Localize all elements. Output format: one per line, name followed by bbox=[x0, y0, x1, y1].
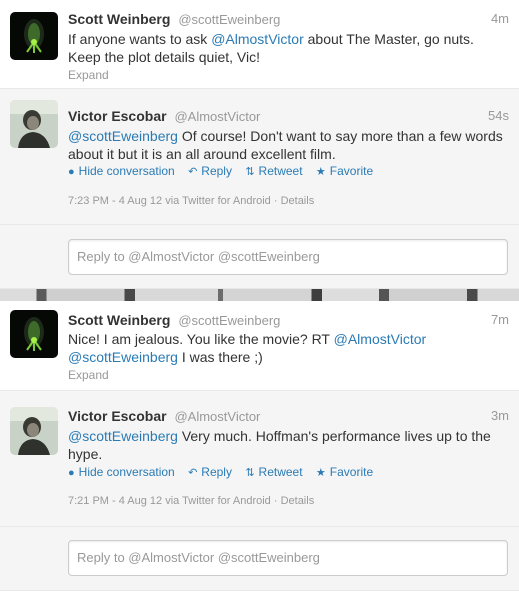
mention-link[interactable]: @AlmostVictor bbox=[211, 31, 304, 47]
action-label: Hide conversation bbox=[78, 164, 175, 178]
tweet-author-handle[interactable]: @scottEweinberg bbox=[178, 12, 280, 27]
hide-conversation-button[interactable]: ● Hide conversation bbox=[68, 465, 175, 479]
avatar-victor[interactable] bbox=[10, 407, 58, 455]
alien-avatar-icon bbox=[10, 12, 58, 60]
favorite-button[interactable]: ★ Favorite bbox=[316, 164, 373, 178]
tweet-author-handle[interactable]: @scottEweinberg bbox=[178, 313, 280, 328]
tweet-text: Nice! I am jealous. You like the movie? … bbox=[68, 330, 508, 366]
conversation-panel-2: Scott Weinberg @scottEweinberg 7m Nice! … bbox=[0, 301, 519, 591]
tweet-text: If anyone wants to ask @AlmostVictor abo… bbox=[68, 30, 508, 66]
alien-avatar-icon bbox=[10, 310, 58, 358]
person-avatar-icon bbox=[10, 407, 58, 455]
action-label: Retweet bbox=[258, 164, 303, 178]
person-avatar-icon bbox=[10, 100, 58, 148]
star-icon: ★ bbox=[315, 166, 326, 178]
favorite-button[interactable]: ★ Favorite bbox=[316, 465, 373, 479]
tweet-actions: ● Hide conversation ↶ Reply ⇅ Retweet ★ Favo… bbox=[68, 465, 383, 479]
reply-arrow-icon: ↶ bbox=[188, 467, 198, 479]
conversation-panel-1: Scott Weinberg @scottEweinberg 4m If any… bbox=[0, 0, 519, 289]
reply-area: Reply to @AlmostVictor @scottEweinberg bbox=[0, 527, 519, 591]
reply-input[interactable]: Reply to @AlmostVictor @scottEweinberg bbox=[68, 239, 508, 275]
retweet-icon: ⇅ bbox=[245, 166, 255, 178]
action-label: Favorite bbox=[329, 465, 374, 479]
action-label: Reply bbox=[201, 465, 232, 479]
speech-bubble-icon: ● bbox=[68, 467, 75, 479]
reply-button[interactable]: ↶ Reply bbox=[188, 465, 232, 479]
retweet-icon: ⇅ bbox=[245, 467, 255, 479]
tweet-timestamp[interactable]: 4m bbox=[491, 11, 509, 26]
tweet-text-part: Nice! I am jealous. You like the movie? … bbox=[68, 331, 334, 347]
tweet-text-part: I was there ;) bbox=[177, 349, 263, 365]
tweet-author-name[interactable]: Scott Weinberg bbox=[68, 11, 170, 27]
background-divider bbox=[0, 289, 519, 301]
avatar-victor[interactable] bbox=[10, 100, 58, 148]
action-label: Retweet bbox=[258, 465, 303, 479]
tweet-scott-1[interactable]: Scott Weinberg @scottEweinberg 4m If any… bbox=[0, 0, 519, 89]
tweet-victor-2[interactable]: Victor Escobar @AlmostVictor 3m @scottEw… bbox=[0, 391, 519, 527]
mention-link[interactable]: @AlmostVictor bbox=[334, 331, 427, 347]
reply-area: Reply to @AlmostVictor @scottEweinberg bbox=[0, 225, 519, 289]
hide-conversation-button[interactable]: ● Hide conversation bbox=[68, 164, 175, 178]
reply-input[interactable]: Reply to @AlmostVictor @scottEweinberg bbox=[68, 540, 508, 576]
retweet-button[interactable]: ⇅ Retweet bbox=[245, 465, 302, 479]
reply-button[interactable]: ↶ Reply bbox=[188, 164, 232, 178]
tweet-author-name[interactable]: Victor Escobar bbox=[68, 108, 167, 124]
tweet-text-part: If anyone wants to ask bbox=[68, 31, 212, 47]
tweet-victor-1[interactable]: Victor Escobar @AlmostVictor 54s @scottE… bbox=[0, 89, 519, 225]
tweet-timestamp[interactable]: 3m bbox=[491, 408, 509, 423]
tweet-actions: ● Hide conversation ↶ Reply ⇅ Retweet ★ Favo… bbox=[68, 164, 383, 178]
reply-arrow-icon: ↶ bbox=[188, 166, 198, 178]
avatar-scott[interactable] bbox=[10, 310, 58, 358]
action-label: Reply bbox=[201, 164, 232, 178]
tweet-meta[interactable]: 7:21 PM - 4 Aug 12 via Twitter for Andro… bbox=[68, 495, 314, 507]
mention-link[interactable]: @scottEweinberg bbox=[68, 428, 178, 444]
speech-bubble-icon: ● bbox=[68, 166, 75, 178]
avatar-scott[interactable] bbox=[10, 12, 58, 60]
tweet-text: @scottEweinberg Of course! Don't want to… bbox=[68, 127, 508, 163]
retweet-button[interactable]: ⇅ Retweet bbox=[245, 164, 302, 178]
action-label: Hide conversation bbox=[78, 465, 175, 479]
star-icon: ★ bbox=[315, 467, 326, 479]
tweet-author-name[interactable]: Victor Escobar bbox=[68, 408, 167, 424]
action-label: Favorite bbox=[329, 164, 374, 178]
tweet-timestamp[interactable]: 54s bbox=[488, 108, 509, 123]
expand-link[interactable]: Expand bbox=[68, 368, 109, 382]
tweet-author-handle[interactable]: @AlmostVictor bbox=[174, 109, 260, 124]
tweet-meta[interactable]: 7:23 PM - 4 Aug 12 via Twitter for Andro… bbox=[68, 195, 314, 207]
tweet-scott-2[interactable]: Scott Weinberg @scottEweinberg 7m Nice! … bbox=[0, 301, 519, 391]
mention-link[interactable]: @scottEweinberg bbox=[68, 349, 178, 365]
tweet-text: @scottEweinberg Very much. Hoffman's per… bbox=[68, 427, 508, 463]
mention-link[interactable]: @scottEweinberg bbox=[68, 128, 178, 144]
tweet-author-handle[interactable]: @AlmostVictor bbox=[174, 409, 260, 424]
tweet-timestamp[interactable]: 7m bbox=[491, 312, 509, 327]
tweet-author-name[interactable]: Scott Weinberg bbox=[68, 312, 170, 328]
expand-link[interactable]: Expand bbox=[68, 68, 109, 82]
